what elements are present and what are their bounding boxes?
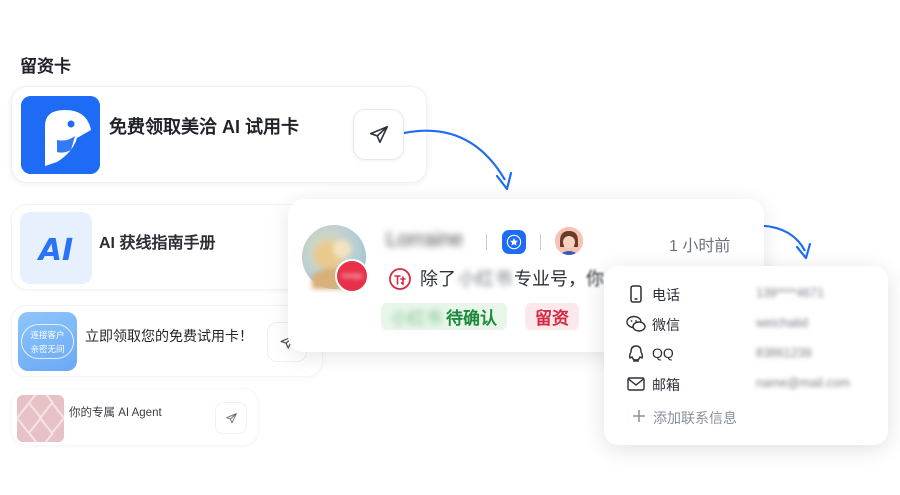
customer-name: Lorraine	[386, 228, 464, 251]
divider	[486, 234, 487, 250]
contact-info-card: 电话 139****4671 微信 weichatid QQ 83861239 …	[604, 266, 888, 445]
section-title: 留资卡	[20, 57, 71, 76]
pattern-icon	[17, 395, 64, 442]
lead-card-agent[interactable]: 你的专属 AI Agent	[11, 388, 259, 446]
send-icon	[369, 125, 388, 143]
contact-row-wechat[interactable]: 微信 weichatid	[626, 314, 876, 334]
lead-card-free-trial[interactable]: 连接客户 亲密无间 立即领取您的免费试用卡！	[11, 305, 323, 377]
contact-label: 微信	[652, 317, 680, 333]
qq-icon	[626, 344, 646, 364]
thumb-line-2: 亲密无间	[30, 344, 65, 354]
star-badge-icon	[502, 230, 526, 254]
contact-value: 139****4671	[756, 286, 825, 300]
agent-avatar	[555, 227, 583, 255]
card-title: 你的专属 AI Agent	[69, 407, 162, 419]
card-title: 免费领取美洽 AI 试用卡	[109, 117, 300, 137]
xiaohongshu-channel-icon	[388, 267, 412, 296]
contact-value: name@mail.com	[756, 376, 850, 390]
send-button[interactable]	[353, 109, 404, 160]
contact-label: QQ	[652, 345, 674, 361]
last-message: 除了 小红书 专业号，你	[420, 269, 604, 289]
contact-label: 邮箱	[652, 377, 680, 393]
promo-thumbnail: 连接客户 亲密无间	[18, 312, 77, 371]
svg-text:AI: AI	[37, 233, 73, 264]
contact-row-phone[interactable]: 电话 139****4671	[626, 284, 876, 304]
meiqia-logo	[21, 96, 100, 174]
message-time: 1 小时前	[669, 238, 731, 255]
channel-badge: meiqia	[335, 259, 369, 293]
status-badge-pending: 小红书 待确认	[381, 303, 507, 330]
card-title: 立即领取您的免费试用卡！	[85, 328, 253, 344]
contact-value: 83861239	[756, 346, 812, 360]
contact-row-qq[interactable]: QQ 83861239	[626, 344, 876, 364]
add-contact-label: 添加联系信息	[653, 410, 737, 426]
contact-value: weichatid	[756, 316, 809, 330]
contact-label: 电话	[652, 287, 680, 303]
lead-badge: 留资	[525, 303, 579, 330]
ai-thumbnail: AI	[20, 212, 92, 284]
divider	[540, 234, 541, 250]
send-button[interactable]	[215, 402, 247, 434]
lead-card-trial[interactable]: 免费领取美洽 AI 试用卡	[11, 86, 427, 183]
plus-icon	[633, 410, 645, 422]
contact-row-email[interactable]: 邮箱 name@mail.com	[626, 374, 876, 394]
wechat-icon	[626, 314, 646, 334]
phone-icon	[626, 284, 646, 304]
pattern-thumbnail	[17, 395, 64, 442]
ai-logo-icon: AI	[37, 233, 73, 264]
send-icon	[225, 412, 237, 423]
card-title: AI 获线指南手册	[99, 235, 216, 252]
bird-logo-icon	[21, 96, 100, 174]
thumb-line-1: 连接客户	[30, 330, 65, 340]
star-icon	[506, 234, 522, 250]
mail-icon	[626, 374, 646, 394]
